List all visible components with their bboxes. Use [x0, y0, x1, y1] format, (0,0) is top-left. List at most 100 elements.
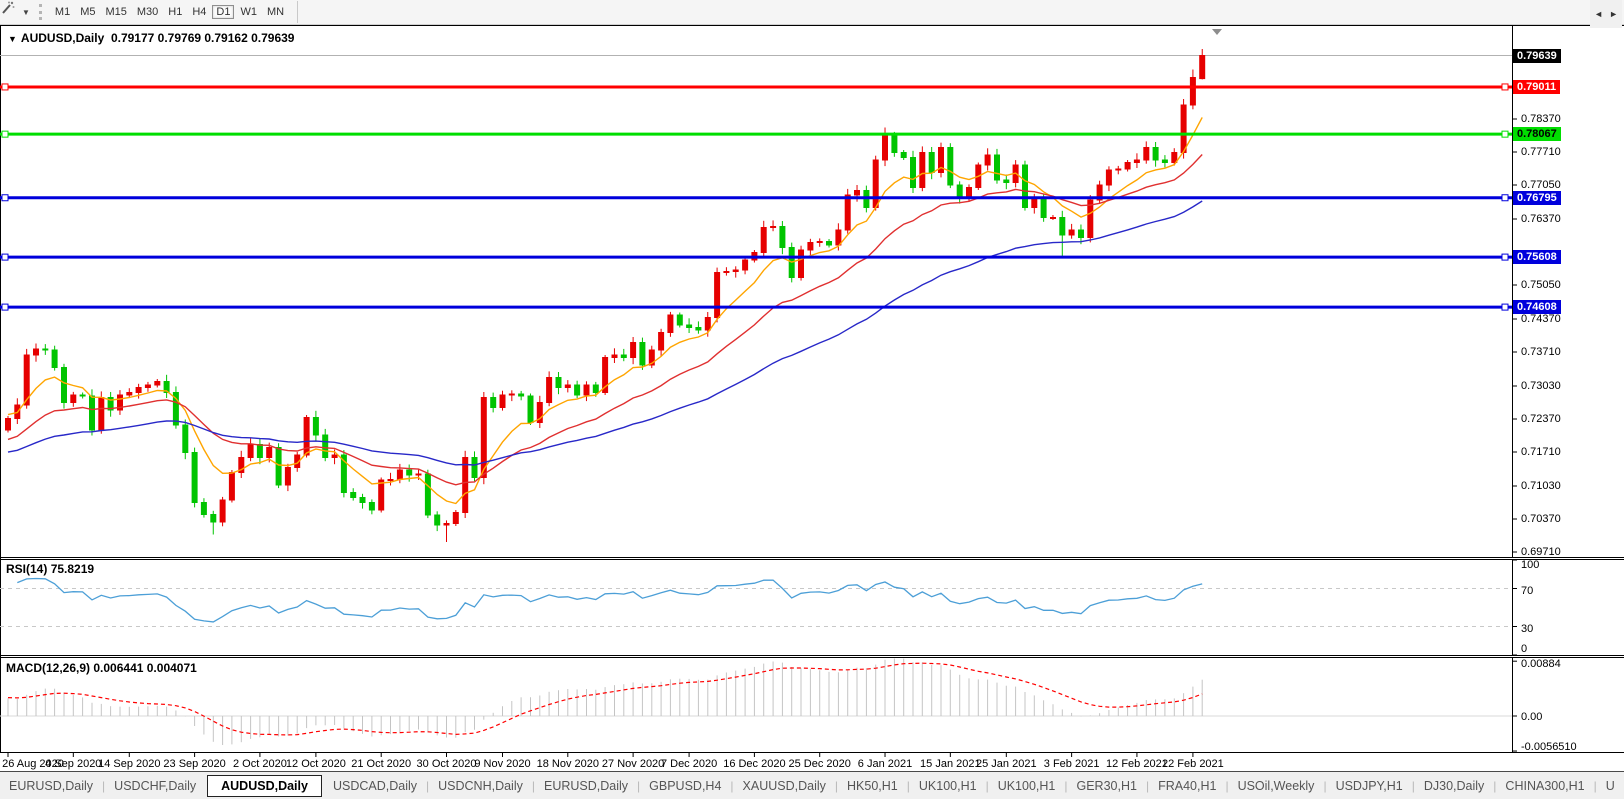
chart-tab-dj30-daily[interactable]: DJ30,Daily — [1415, 779, 1493, 793]
candle-body — [1004, 180, 1009, 183]
candle-body — [1106, 170, 1111, 185]
candle-body — [1125, 163, 1130, 170]
chart-canvas — [0, 0, 1624, 799]
timeframe-button-m5[interactable]: M5 — [76, 5, 99, 19]
price-tick-label: 0.75050 — [1521, 279, 1561, 291]
chart-tab-u[interactable]: U — [1597, 779, 1624, 793]
chart-tab-uk100-h1[interactable]: UK100,H1 — [910, 779, 986, 793]
timeframe-button-h1[interactable]: H1 — [164, 5, 186, 19]
timeframe-button-w1[interactable]: W1 — [236, 5, 261, 19]
candle-body — [1069, 230, 1074, 235]
candle-body — [845, 195, 850, 230]
hline-handle[interactable] — [2, 131, 8, 137]
chart-tab-ger30-h1[interactable]: GER30,H1 — [1068, 779, 1146, 793]
price-tick-label: 0.77710 — [1521, 146, 1561, 158]
date-tick-label: 2 Oct 2020 — [233, 758, 287, 770]
candle-body — [220, 500, 225, 522]
horizontal-line-0.74608[interactable] — [0, 304, 1512, 310]
chart-tab-china300-h1[interactable]: CHINA300,H1 — [1496, 779, 1593, 793]
hline-handle[interactable] — [2, 84, 8, 90]
chart-tab-usdcad-daily[interactable]: USDCAD,Daily — [324, 779, 426, 793]
date-tick-label: 12 Oct 2020 — [286, 758, 346, 770]
candle-body — [407, 470, 412, 475]
candle-body — [34, 349, 39, 355]
candle-body — [1051, 218, 1056, 219]
hline-handle[interactable] — [1502, 131, 1508, 137]
chart-tab-bar: EURUSD,Daily|USDCHF,DailyAUDUSD,DailyUSD… — [0, 771, 1624, 799]
horizontal-line-0.79011[interactable] — [0, 84, 1512, 90]
candle-body — [1181, 105, 1186, 153]
chart-tab-uk100-h1[interactable]: UK100,H1 — [989, 779, 1065, 793]
horizontal-line-0.78067[interactable] — [0, 131, 1512, 137]
hline-handle[interactable] — [1502, 254, 1508, 260]
date-tick-label: 4 Sep 2020 — [45, 758, 101, 770]
price-line-badge: 0.78067 — [1513, 127, 1561, 141]
chart-tab-usoil-weekly[interactable]: USOil,Weekly — [1229, 779, 1324, 793]
date-tick-label: 23 Sep 2020 — [163, 758, 225, 770]
chart-tab-usdchf-daily[interactable]: USDCHF,Daily — [105, 779, 205, 793]
date-tick-label: 15 Jan 2021 — [920, 758, 981, 770]
hline-handle[interactable] — [1502, 84, 1508, 90]
chart-tab-usdcnh-daily[interactable]: USDCNH,Daily — [429, 779, 532, 793]
candle-body — [565, 385, 570, 388]
rsi-tick-label: 100 — [1521, 559, 1539, 571]
candle-body — [771, 227, 776, 228]
price-tick-label: 0.71030 — [1521, 480, 1561, 492]
tab-scroll-right-icon[interactable]: ► — [1609, 9, 1618, 19]
price-line-badge: 0.74608 — [1513, 300, 1561, 314]
horizontal-line-0.76795[interactable] — [0, 195, 1512, 201]
candle-body — [1172, 153, 1177, 163]
price-tick-label: 0.73710 — [1521, 346, 1561, 358]
candle-body — [491, 398, 496, 408]
candle-body — [509, 394, 514, 395]
timeframe-button-m15[interactable]: M15 — [101, 5, 130, 19]
chart-tab-eurusd-daily[interactable]: EURUSD,Daily — [535, 779, 637, 793]
candle-body — [145, 385, 150, 388]
date-tick-label: 18 Nov 2020 — [537, 758, 599, 770]
chart-tab-gbpusd-h4[interactable]: GBPUSD,H4 — [640, 779, 730, 793]
candle-body — [127, 393, 132, 396]
candle-body — [500, 395, 505, 408]
candle-body — [267, 448, 272, 458]
hline-handle[interactable] — [2, 304, 8, 310]
candle-body — [593, 385, 598, 393]
candle-body — [967, 188, 972, 198]
candle-body — [304, 418, 309, 456]
hline-handle[interactable] — [1502, 304, 1508, 310]
candle-body — [743, 260, 748, 270]
hline-handle[interactable] — [2, 195, 8, 201]
candle-body — [1134, 160, 1139, 163]
timeframe-button-mn[interactable]: MN — [263, 5, 288, 19]
date-tick-label: 3 Feb 2021 — [1044, 758, 1100, 770]
timeframe-button-m1[interactable]: M1 — [51, 5, 74, 19]
macd-tick-label: 0.00 — [1521, 711, 1542, 723]
rsi-line — [17, 579, 1202, 622]
chart-tab-xauusd-daily[interactable]: XAUUSD,Daily — [734, 779, 835, 793]
timeframe-button-d1[interactable]: D1 — [212, 5, 234, 19]
candle-body — [397, 470, 402, 480]
timeframe-toolbar: ▼ M1M5M15M30H1H4D1W1MN — [0, 0, 1624, 25]
candle-body — [873, 160, 878, 208]
chart-title: ▼AUDUSD,Daily 0.79177 0.79769 0.79162 0.… — [8, 31, 294, 45]
candle-body — [435, 515, 440, 525]
price-tick-label: 0.72370 — [1521, 413, 1561, 425]
chart-tab-eurusd-daily[interactable]: EURUSD,Daily — [0, 779, 102, 793]
chart-tab-hk50-h1[interactable]: HK50,H1 — [838, 779, 907, 793]
hline-handle[interactable] — [2, 254, 8, 260]
hline-handle[interactable] — [1502, 195, 1508, 201]
tab-scroll-left-icon[interactable]: ◄ — [1594, 9, 1603, 19]
tool-dropdown-caret[interactable]: ▼ — [22, 8, 30, 17]
candle-body — [1041, 198, 1046, 218]
timeframe-button-h4[interactable]: H4 — [188, 5, 210, 19]
chart-tool-icon[interactable] — [4, 3, 22, 21]
price-tick-label: 0.74370 — [1521, 313, 1561, 325]
candle-body — [351, 493, 356, 498]
candle-body — [379, 480, 384, 510]
chart-tab-usdjpy-h1[interactable]: USDJPY,H1 — [1327, 779, 1412, 793]
mt4-window: ▼ M1M5M15M30H1H4D1W1MN ▼AUDUSD,Daily 0.7… — [0, 0, 1624, 799]
candle-body — [276, 448, 281, 486]
chart-tab-fra40-h1[interactable]: FRA40,H1 — [1149, 779, 1225, 793]
timeframe-button-m30[interactable]: M30 — [133, 5, 162, 19]
price-tick-label: 0.77050 — [1521, 179, 1561, 191]
chart-tab-audusd-daily[interactable]: AUDUSD,Daily — [207, 775, 322, 797]
